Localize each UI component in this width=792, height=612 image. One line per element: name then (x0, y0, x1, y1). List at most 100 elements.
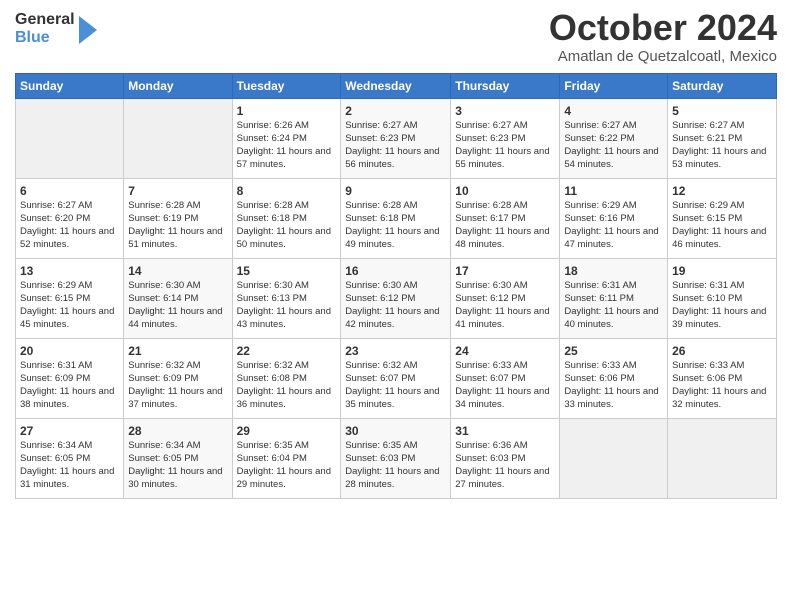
calendar-cell: 22 Sunrise: 6:32 AM Sunset: 6:08 PM Dayl… (232, 339, 341, 419)
sunset-text: Sunset: 6:05 PM (128, 453, 198, 464)
title-block: October 2024 Amatlan de Quetzalcoatl, Me… (549, 10, 777, 65)
sunrise-text: Sunrise: 6:27 AM (564, 120, 636, 131)
sunset-text: Sunset: 6:07 PM (345, 373, 415, 384)
sunset-text: Sunset: 6:16 PM (564, 213, 634, 224)
day-number: 13 (20, 263, 119, 279)
sunset-text: Sunset: 6:06 PM (564, 373, 634, 384)
daylight-text: Daylight: 11 hours and 49 minutes. (345, 226, 439, 250)
calendar-cell: 24 Sunrise: 6:33 AM Sunset: 6:07 PM Dayl… (451, 339, 560, 419)
sunset-text: Sunset: 6:22 PM (564, 133, 634, 144)
sunset-text: Sunset: 6:14 PM (128, 293, 198, 304)
sunrise-text: Sunrise: 6:30 AM (345, 280, 417, 291)
sunrise-text: Sunrise: 6:35 AM (237, 440, 309, 451)
daylight-text: Daylight: 11 hours and 37 minutes. (128, 386, 222, 410)
calendar-cell: 16 Sunrise: 6:30 AM Sunset: 6:12 PM Dayl… (341, 259, 451, 339)
daylight-text: Daylight: 11 hours and 47 minutes. (564, 226, 658, 250)
daylight-text: Daylight: 11 hours and 42 minutes. (345, 306, 439, 330)
day-number: 21 (128, 343, 227, 359)
daylight-text: Daylight: 11 hours and 43 minutes. (237, 306, 331, 330)
sunrise-text: Sunrise: 6:28 AM (345, 200, 417, 211)
day-number: 1 (237, 103, 337, 119)
daylight-text: Daylight: 11 hours and 29 minutes. (237, 466, 331, 490)
calendar-cell: 4 Sunrise: 6:27 AM Sunset: 6:22 PM Dayli… (560, 99, 668, 179)
calendar-cell: 5 Sunrise: 6:27 AM Sunset: 6:21 PM Dayli… (668, 99, 777, 179)
sunrise-text: Sunrise: 6:30 AM (455, 280, 527, 291)
sunrise-text: Sunrise: 6:26 AM (237, 120, 309, 131)
sunset-text: Sunset: 6:03 PM (345, 453, 415, 464)
logo-blue: Blue (15, 29, 75, 47)
day-number: 24 (455, 343, 555, 359)
daylight-text: Daylight: 11 hours and 33 minutes. (564, 386, 658, 410)
calendar-cell: 23 Sunrise: 6:32 AM Sunset: 6:07 PM Dayl… (341, 339, 451, 419)
sunrise-text: Sunrise: 6:32 AM (128, 360, 200, 371)
day-number: 16 (345, 263, 446, 279)
calendar-cell: 29 Sunrise: 6:35 AM Sunset: 6:04 PM Dayl… (232, 419, 341, 499)
day-number: 5 (672, 103, 772, 119)
sunrise-text: Sunrise: 6:27 AM (345, 120, 417, 131)
calendar-cell: 6 Sunrise: 6:27 AM Sunset: 6:20 PM Dayli… (16, 179, 124, 259)
calendar-cell: 14 Sunrise: 6:30 AM Sunset: 6:14 PM Dayl… (124, 259, 232, 339)
day-number: 18 (564, 263, 663, 279)
calendar-cell (124, 99, 232, 179)
day-number: 28 (128, 423, 227, 439)
sunrise-text: Sunrise: 6:29 AM (20, 280, 92, 291)
daylight-text: Daylight: 11 hours and 44 minutes. (128, 306, 222, 330)
daylight-text: Daylight: 11 hours and 32 minutes. (672, 386, 766, 410)
daylight-text: Daylight: 11 hours and 30 minutes. (128, 466, 222, 490)
sunrise-text: Sunrise: 6:28 AM (237, 200, 309, 211)
sunset-text: Sunset: 6:18 PM (237, 213, 307, 224)
day-number: 3 (455, 103, 555, 119)
weekday-header-thursday: Thursday (451, 74, 560, 99)
sunset-text: Sunset: 6:06 PM (672, 373, 742, 384)
day-number: 7 (128, 183, 227, 199)
daylight-text: Daylight: 11 hours and 36 minutes. (237, 386, 331, 410)
sunset-text: Sunset: 6:10 PM (672, 293, 742, 304)
calendar-cell: 8 Sunrise: 6:28 AM Sunset: 6:18 PM Dayli… (232, 179, 341, 259)
logo-graphic: General Blue (15, 10, 97, 48)
day-number: 4 (564, 103, 663, 119)
day-number: 10 (455, 183, 555, 199)
page-container: General Blue October 2024 Amatlan de Que… (0, 0, 792, 509)
logo: General Blue (15, 10, 97, 48)
sunrise-text: Sunrise: 6:32 AM (345, 360, 417, 371)
sunrise-text: Sunrise: 6:27 AM (455, 120, 527, 131)
day-number: 23 (345, 343, 446, 359)
sunrise-text: Sunrise: 6:30 AM (128, 280, 200, 291)
daylight-text: Daylight: 11 hours and 28 minutes. (345, 466, 439, 490)
day-number: 11 (564, 183, 663, 199)
sunrise-text: Sunrise: 6:30 AM (237, 280, 309, 291)
day-number: 14 (128, 263, 227, 279)
day-number: 29 (237, 423, 337, 439)
daylight-text: Daylight: 11 hours and 41 minutes. (455, 306, 549, 330)
sunset-text: Sunset: 6:20 PM (20, 213, 90, 224)
day-number: 9 (345, 183, 446, 199)
daylight-text: Daylight: 11 hours and 27 minutes. (455, 466, 549, 490)
daylight-text: Daylight: 11 hours and 54 minutes. (564, 146, 658, 170)
sunset-text: Sunset: 6:05 PM (20, 453, 90, 464)
sunset-text: Sunset: 6:13 PM (237, 293, 307, 304)
day-number: 30 (345, 423, 446, 439)
day-number: 25 (564, 343, 663, 359)
calendar-cell: 12 Sunrise: 6:29 AM Sunset: 6:15 PM Dayl… (668, 179, 777, 259)
day-number: 19 (672, 263, 772, 279)
weekday-header-sunday: Sunday (16, 74, 124, 99)
day-number: 26 (672, 343, 772, 359)
location: Amatlan de Quetzalcoatl, Mexico (549, 48, 777, 65)
day-number: 22 (237, 343, 337, 359)
calendar-cell: 18 Sunrise: 6:31 AM Sunset: 6:11 PM Dayl… (560, 259, 668, 339)
day-number: 17 (455, 263, 555, 279)
weekday-header-wednesday: Wednesday (341, 74, 451, 99)
daylight-text: Daylight: 11 hours and 38 minutes. (20, 386, 114, 410)
week-row-4: 20 Sunrise: 6:31 AM Sunset: 6:09 PM Dayl… (16, 339, 777, 419)
sunset-text: Sunset: 6:07 PM (455, 373, 525, 384)
week-row-3: 13 Sunrise: 6:29 AM Sunset: 6:15 PM Dayl… (16, 259, 777, 339)
month-title: October 2024 (549, 10, 777, 46)
sunrise-text: Sunrise: 6:27 AM (672, 120, 744, 131)
day-number: 6 (20, 183, 119, 199)
sunrise-text: Sunrise: 6:29 AM (672, 200, 744, 211)
sunrise-text: Sunrise: 6:34 AM (20, 440, 92, 451)
sunset-text: Sunset: 6:17 PM (455, 213, 525, 224)
header: General Blue October 2024 Amatlan de Que… (15, 10, 777, 65)
daylight-text: Daylight: 11 hours and 40 minutes. (564, 306, 658, 330)
daylight-text: Daylight: 11 hours and 31 minutes. (20, 466, 114, 490)
